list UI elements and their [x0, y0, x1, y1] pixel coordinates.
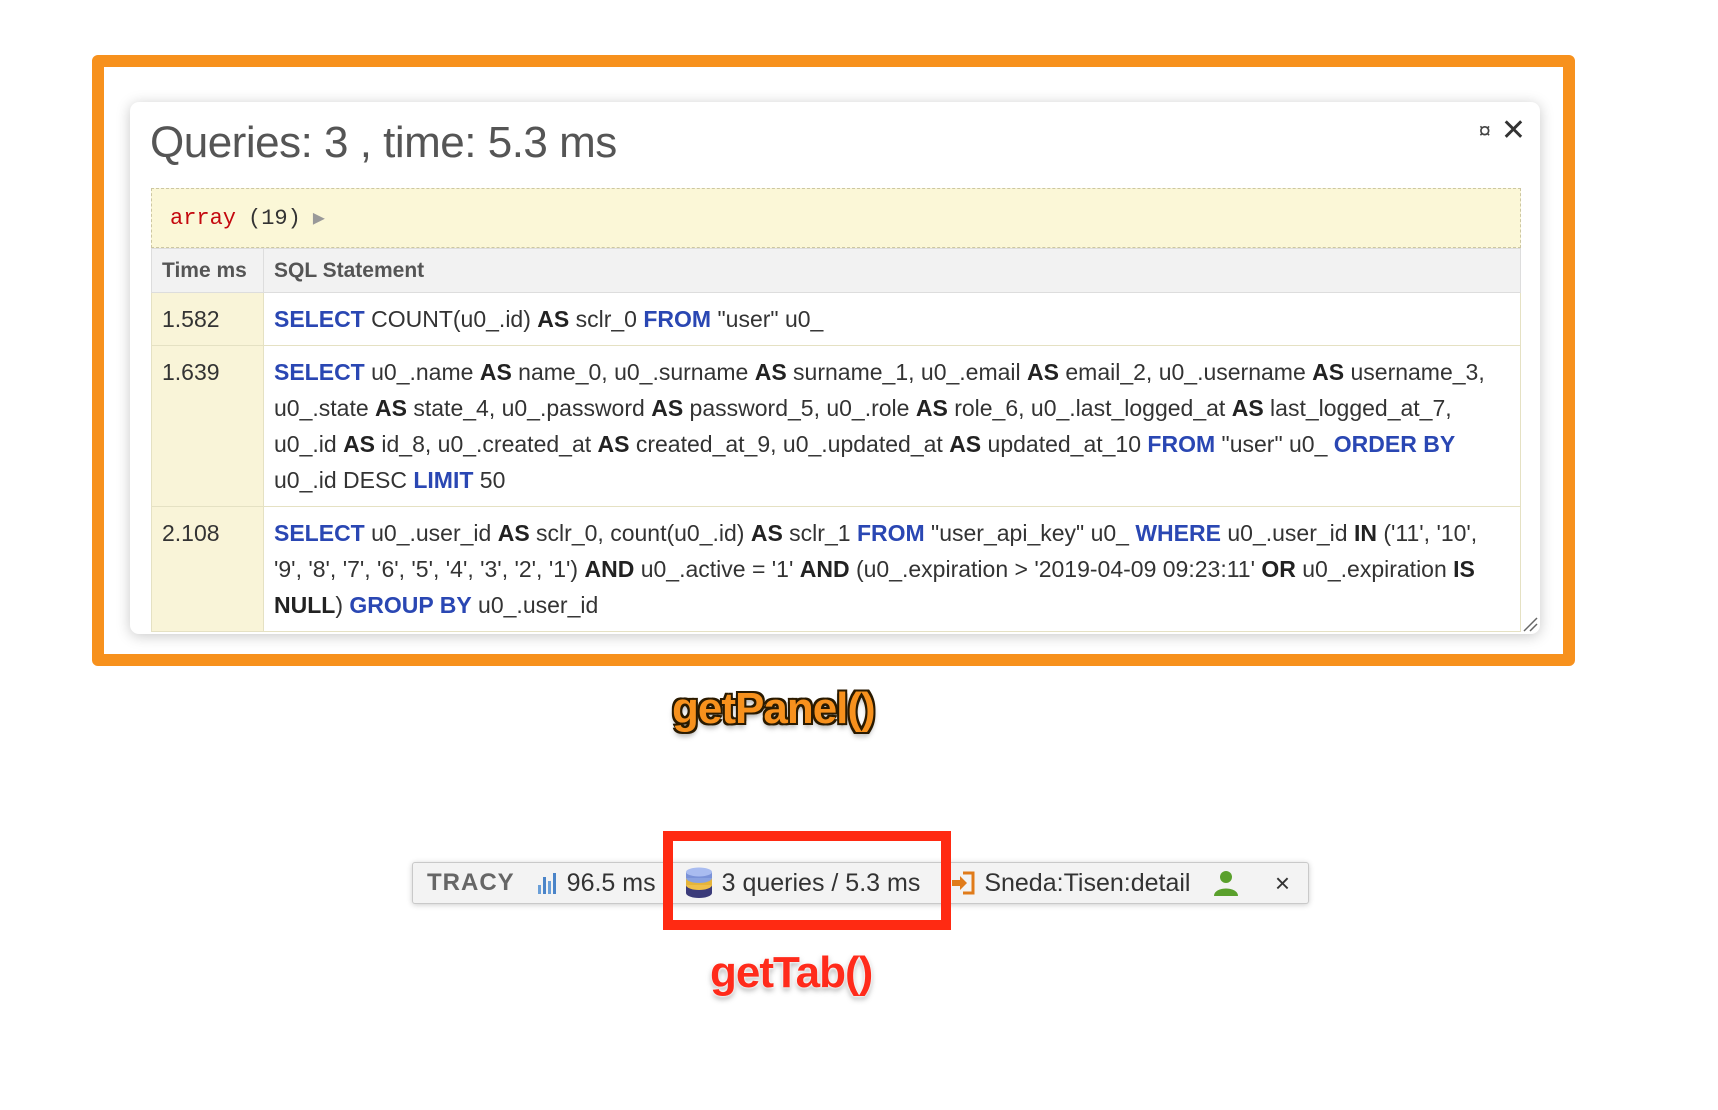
header-time: Time ms: [151, 248, 264, 293]
query-sql: SELECT COUNT(u0_.id) AS sclr_0 FROM "use…: [263, 292, 1521, 346]
table-header-row: Time ms SQL Statement: [151, 248, 1521, 293]
getpanel-callout: getPanel(): [672, 684, 876, 733]
dump-type: array: [170, 205, 237, 231]
gettab-callout: getTab(): [710, 948, 873, 997]
query-time: 1.639: [151, 345, 264, 507]
query-time: 2.108: [151, 506, 264, 632]
bar-chart-icon: [537, 873, 556, 894]
expand-arrow-icon[interactable]: ▶: [313, 205, 325, 231]
query-sql: SELECT u0_.user_id AS sclr_0, count(u0_.…: [263, 506, 1521, 632]
panel-title: Queries: 3 , time: 5.3 ms: [150, 118, 617, 167]
array-dump: array (19) ▶: [151, 188, 1521, 248]
timer-tab[interactable]: 96.5 ms: [529, 863, 664, 903]
bar-close-icon[interactable]: ×: [1257, 868, 1308, 899]
dump-count: (19): [248, 205, 301, 231]
queries-panel: Queries: 3 , time: 5.3 ms ¤ ✕ array (19)…: [130, 102, 1540, 634]
query-sql: SELECT u0_.name AS name_0, u0_.surname A…: [263, 345, 1521, 507]
user-icon: [1214, 871, 1239, 896]
tracy-logo[interactable]: TRACY: [413, 869, 529, 897]
query-time: 1.582: [151, 292, 264, 346]
timer-label: 96.5 ms: [566, 868, 656, 897]
table-row: 1.582 SELECT COUNT(u0_.id) AS sclr_0 FROM…: [151, 292, 1521, 346]
login-arrow-icon: [952, 871, 975, 895]
user-tab[interactable]: [1198, 863, 1248, 903]
panel-window-controls: ¤ ✕: [1479, 116, 1526, 146]
table-row: 1.639 SELECT u0_.name AS name_0, u0_.surn…: [151, 345, 1521, 507]
table-row: 2.108 SELECT u0_.user_id AS sclr_0, count…: [151, 506, 1521, 632]
presenter-label: Sneda:Tisen:detail: [984, 868, 1191, 897]
window-toggle-icon[interactable]: ¤: [1479, 120, 1491, 142]
presenter-tab[interactable]: Sneda:Tisen:detail: [928, 863, 1198, 903]
header-sql: SQL Statement: [263, 248, 1521, 293]
resize-handle-icon[interactable]: [1522, 616, 1538, 632]
sql-table: Time ms SQL Statement 1.582 SELECT COUNT(…: [151, 248, 1521, 632]
close-icon[interactable]: ✕: [1501, 116, 1526, 146]
tab-highlight-frame: [663, 831, 951, 930]
